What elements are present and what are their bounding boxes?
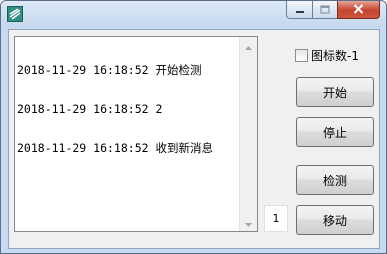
window-controls [286,1,380,21]
scroll-up-icon [245,37,252,55]
stop-button[interactable]: 停止 [296,117,374,147]
scroll-up-button[interactable] [240,37,257,54]
title-bar[interactable] [1,1,386,27]
icon-count-label: 图标数-1 [311,49,359,63]
minimize-button[interactable] [286,1,312,19]
log-line: 2018-11-29 16:18:52 2 [17,102,163,116]
close-icon [353,1,364,19]
detect-button[interactable]: 检测 [296,165,374,195]
app-window: 2018-11-29 16:18:52 开始检测 2018-11-29 16:1… [0,0,387,254]
close-button[interactable] [337,1,380,19]
start-button[interactable]: 开始 [296,77,374,107]
log-line: 2018-11-29 16:18:52 收到新消息 [17,141,213,155]
maximize-icon [320,1,330,19]
scroll-down-icon [245,214,252,232]
log-listbox[interactable]: 2018-11-29 16:18:52 开始检测 2018-11-29 16:1… [14,36,258,232]
number-field[interactable]: 1 [264,205,288,232]
icon-count-checkbox[interactable] [295,49,308,62]
client-area: 2018-11-29 16:18:52 开始检测 2018-11-29 16:1… [8,29,380,249]
move-button[interactable]: 移动 [296,205,374,235]
log-line: 2018-11-29 16:18:52 开始检测 [17,63,202,77]
log-lines: 2018-11-29 16:18:52 开始检测 2018-11-29 16:1… [17,38,213,181]
minimize-icon [295,1,305,19]
app-icon [7,6,23,22]
maximize-button[interactable] [312,1,337,19]
icon-count-option[interactable]: 图标数-1 [295,47,359,64]
log-scrollbar[interactable] [239,37,257,231]
scroll-down-button[interactable] [240,214,257,231]
